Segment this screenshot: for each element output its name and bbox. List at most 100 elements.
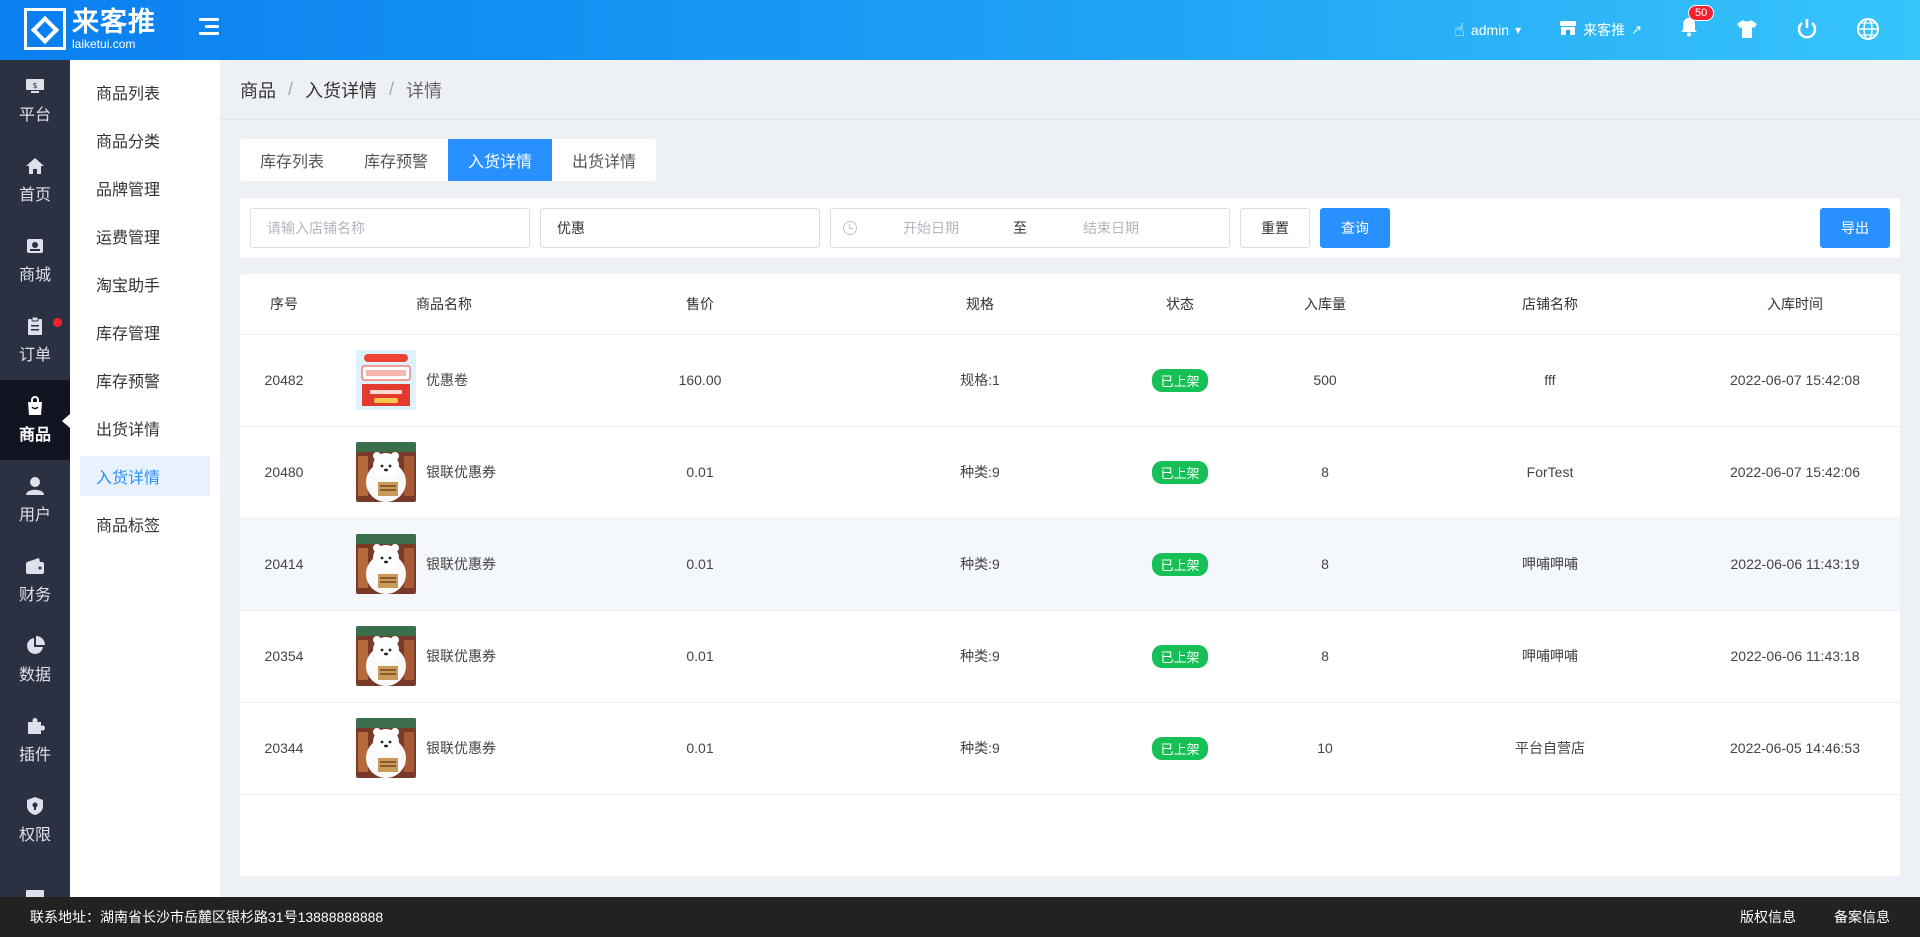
date-range-picker[interactable]: 开始日期 至 结束日期 — [830, 208, 1230, 248]
breadcrumb-separator: / — [288, 79, 294, 99]
image-icon — [24, 887, 46, 897]
cell-price: 0.01 — [560, 518, 840, 611]
table-row: 20414 银联优惠券 0.01 种类:9 已上架 8 呷哺呷哺 2022-06-06 11:… — [240, 518, 1900, 611]
breadcrumb-item[interactable]: 商品 — [240, 77, 276, 103]
submenu-item-taobao[interactable]: 淘宝助手 — [80, 264, 210, 304]
submenu-item-category[interactable]: 商品分类 — [80, 120, 210, 160]
product-name: 优惠卷 — [426, 372, 468, 388]
cell-quantity: 8 — [1240, 518, 1410, 611]
logout-button[interactable] — [1796, 18, 1818, 43]
user-icon — [24, 475, 46, 497]
tab-stock-alert[interactable]: 库存预警 — [344, 139, 448, 181]
product-thumbnail — [356, 350, 416, 410]
submenu-item-product-list[interactable]: 商品列表 — [80, 72, 210, 112]
submenu-item-tags[interactable]: 商品标签 — [80, 504, 210, 544]
tab-stock-list[interactable]: 库存列表 — [240, 139, 344, 181]
shirt-icon — [1736, 19, 1758, 42]
record-link[interactable]: 备案信息 — [1834, 907, 1890, 927]
export-button[interactable]: 导出 — [1820, 208, 1890, 248]
product-thumbnail — [356, 718, 416, 778]
product-thumbnail — [356, 534, 416, 594]
rail-item-plugin[interactable]: 插件 — [0, 700, 70, 780]
cell-spec: 种类:9 — [840, 610, 1120, 703]
cell-store: 呷哺呷哺 — [1410, 518, 1690, 611]
top-header: 来客推 laiketui.com ☝ admin ▾ 来客推 ↗ 50 — [0, 0, 1920, 60]
rail-item-finance[interactable]: 财务 — [0, 540, 70, 620]
logo-name: 来客推 — [72, 6, 156, 38]
submenu-item-brand[interactable]: 品牌管理 — [80, 168, 210, 208]
inbound-table: 序号 商品名称 售价 规格 状态 入库量 店铺名称 入库时间 20482 优惠卷 1… — [240, 274, 1900, 795]
tab-outbound-detail[interactable]: 出货详情 — [552, 139, 656, 181]
submenu-item-inbound[interactable]: 入货详情 — [80, 456, 210, 496]
store-link[interactable]: 来客推 ↗ — [1559, 20, 1642, 41]
status-badge: 已上架 — [1152, 644, 1208, 668]
language-button[interactable] — [1856, 17, 1880, 44]
cell-price: 0.01 — [560, 426, 840, 519]
inbound-table-panel: 序号 商品名称 售价 规格 状态 入库量 店铺名称 入库时间 20482 优惠卷 1… — [240, 274, 1900, 876]
cell-spec: 种类:9 — [840, 426, 1120, 519]
store-name: 来客推 — [1583, 22, 1626, 38]
rail-item-goods[interactable]: 商品 — [0, 380, 70, 460]
end-date-input[interactable]: 结束日期 — [1083, 218, 1139, 238]
product-name: 银联优惠券 — [426, 464, 496, 480]
menu-toggle-icon[interactable] — [199, 18, 219, 36]
logo[interactable]: 来客推 laiketui.com — [24, 8, 156, 50]
cell-store: ForTest — [1410, 426, 1690, 519]
goods-icon — [24, 395, 46, 417]
cell-time: 2022-06-07 15:42:06 — [1690, 426, 1900, 519]
status-badge: 已上架 — [1152, 460, 1208, 484]
cell-price: 0.01 — [560, 702, 840, 795]
rail-item-order[interactable]: 订单 — [0, 300, 70, 380]
reset-button[interactable]: 重置 — [1240, 208, 1310, 248]
external-link-icon: ↗ — [1631, 22, 1642, 37]
query-button[interactable]: 查询 — [1320, 208, 1390, 248]
rail-item-home[interactable]: 首页 — [0, 140, 70, 220]
main-nav-rail: $ 平台 首页 商城 订单 商品 用户 财务 数据 插件 权限 — [0, 60, 70, 897]
store-name-input[interactable] — [250, 208, 530, 248]
breadcrumb-current: 详情 — [406, 80, 443, 101]
inventory-tabs: 库存列表 库存预警 入货详情 出货详情 — [240, 139, 657, 181]
mall-icon — [24, 235, 46, 257]
notifications-button[interactable]: 50 — [1680, 5, 1715, 43]
submenu-item-stock-alert[interactable]: 库存预警 — [80, 360, 210, 400]
rail-item-user[interactable]: 用户 — [0, 460, 70, 540]
submenu-item-shipping[interactable]: 运费管理 — [80, 216, 210, 256]
column-header: 状态 — [1120, 274, 1240, 335]
breadcrumb-item[interactable]: 入货详情 — [305, 77, 377, 103]
cell-price: 0.01 — [560, 610, 840, 703]
start-date-input[interactable]: 开始日期 — [903, 218, 959, 238]
rail-item-media[interactable] — [0, 860, 70, 897]
chevron-down-icon: ▾ — [1515, 23, 1522, 37]
cell-spec: 规格:1 — [840, 334, 1120, 427]
rail-item-permission[interactable]: 权限 — [0, 780, 70, 860]
column-header: 商品名称 — [328, 274, 560, 335]
breadcrumb: 商品 / 入货详情 / 详情 — [220, 60, 1920, 120]
wallet-icon — [24, 555, 46, 577]
footer: 联系地址：湖南省长沙市岳麓区银杉路31号13888888888 版权信息 备案信… — [0, 897, 1920, 937]
cell-product: 银联优惠券 — [328, 610, 560, 703]
rail-label: 订单 — [18, 347, 51, 364]
submenu-item-outbound[interactable]: 出货详情 — [80, 408, 210, 448]
cell-status: 已上架 — [1120, 334, 1240, 427]
product-thumbnail — [356, 442, 416, 502]
rail-item-platform[interactable]: $ 平台 — [0, 60, 70, 140]
rail-label: 数据 — [18, 667, 51, 684]
cell-store: 呷哺呷哺 — [1410, 610, 1690, 703]
rail-item-mall[interactable]: 商城 — [0, 220, 70, 300]
status-badge: 已上架 — [1152, 552, 1208, 576]
date-range-separator: 至 — [1013, 220, 1027, 236]
theme-button[interactable] — [1736, 19, 1758, 42]
user-menu[interactable]: ☝ admin ▾ — [1454, 20, 1521, 41]
rail-item-data[interactable]: 数据 — [0, 620, 70, 700]
tab-inbound-detail[interactable]: 入货详情 — [448, 139, 553, 181]
puzzle-icon — [24, 715, 46, 737]
submenu-item-inventory[interactable]: 库存管理 — [80, 312, 210, 352]
home-icon — [24, 155, 46, 177]
keyword-input[interactable] — [540, 208, 820, 248]
cell-status: 已上架 — [1120, 518, 1240, 611]
cell-id: 20482 — [240, 334, 328, 427]
copyright-link[interactable]: 版权信息 — [1740, 907, 1796, 927]
platform-icon: $ — [24, 75, 46, 97]
cell-time: 2022-06-06 11:43:18 — [1690, 610, 1900, 703]
cell-status: 已上架 — [1120, 426, 1240, 519]
